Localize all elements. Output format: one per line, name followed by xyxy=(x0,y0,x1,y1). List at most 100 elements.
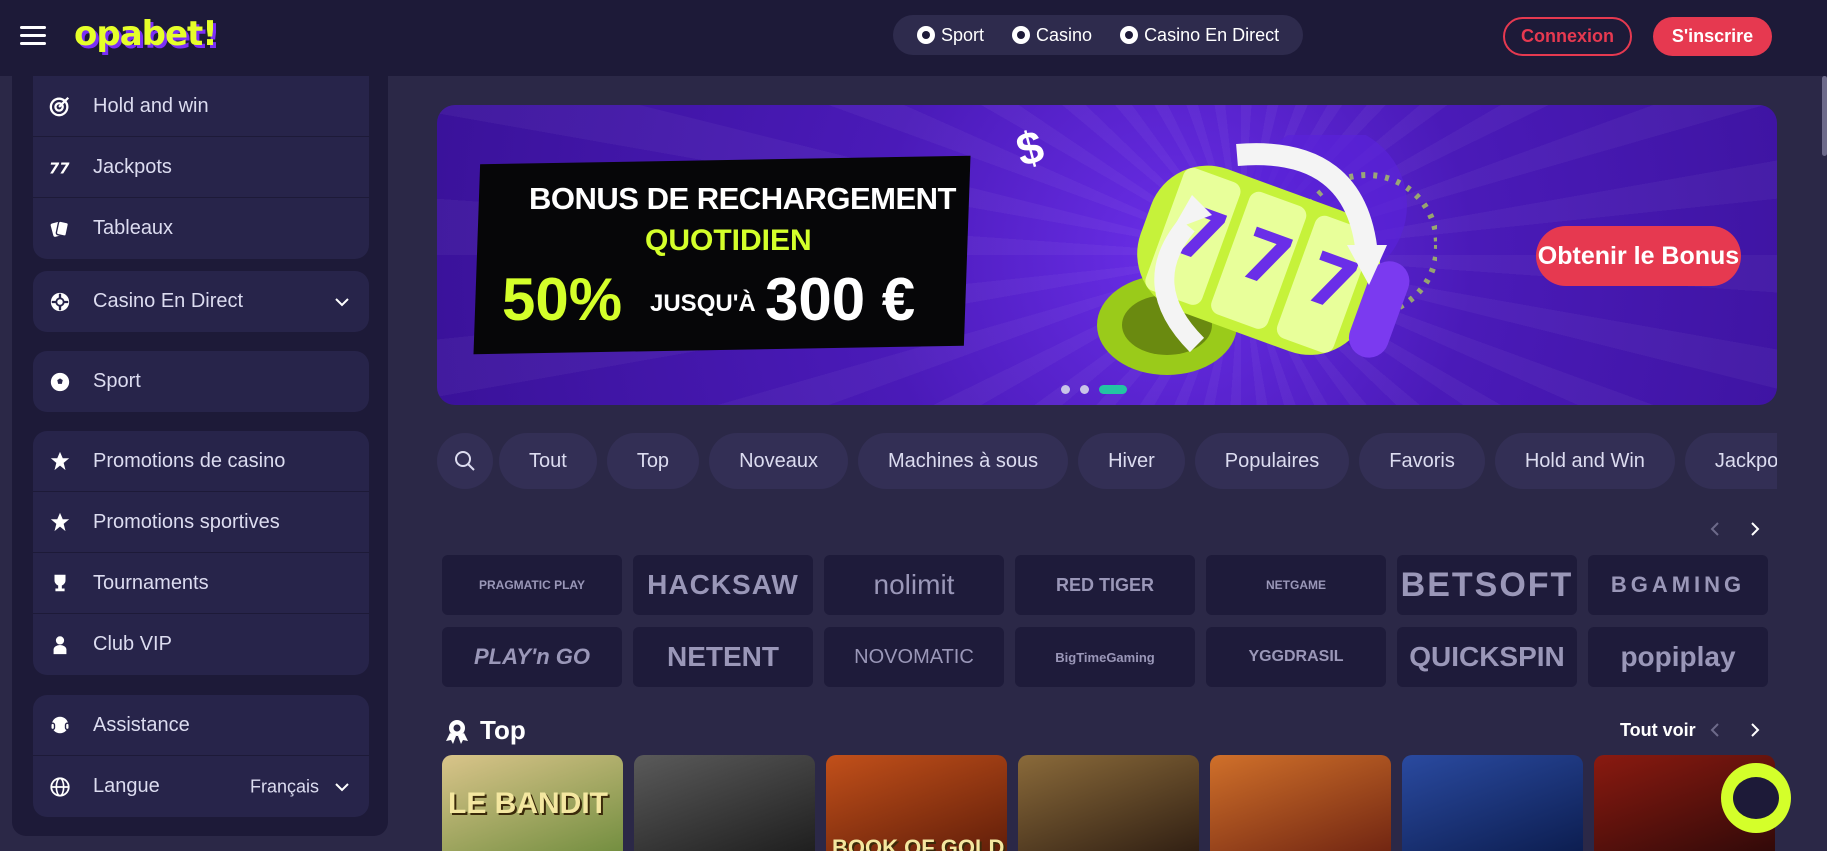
top-section-title: Top xyxy=(480,715,526,745)
jackpot-sevens-icon: 77 xyxy=(48,155,72,179)
signup-button[interactable]: S'inscrire xyxy=(1653,17,1772,56)
banner-line2: QUOTIDIEN xyxy=(645,224,812,257)
carousel-dot-1[interactable] xyxy=(1061,385,1070,394)
filter-top[interactable]: Top xyxy=(606,433,700,489)
provider-tile[interactable]: BETSOFT xyxy=(1397,555,1577,615)
globe-icon xyxy=(48,775,72,799)
filter-favoris[interactable]: Favoris xyxy=(1359,433,1485,489)
sidebar-item-label: Jackpots xyxy=(93,155,172,178)
nav-casino[interactable]: Casino xyxy=(998,25,1106,46)
carousel-dot-2[interactable] xyxy=(1080,385,1089,394)
filter-jackpots[interactable]: Jackpots xyxy=(1684,433,1777,489)
logo[interactable]: opabet! xyxy=(74,14,218,54)
sidebar-group-live: Casino En Direct xyxy=(33,271,369,332)
sidebar-item-language[interactable]: Langue Français xyxy=(33,756,369,817)
sidebar-group-promos: Promotions de casino Promotions sportive… xyxy=(33,431,369,675)
filter-slots[interactable]: Machines à sous xyxy=(858,433,1069,489)
provider-tile[interactable]: NETGAME xyxy=(1206,555,1386,615)
search-button[interactable] xyxy=(437,433,493,489)
provider-tile[interactable]: BGAMING xyxy=(1588,555,1768,615)
top-header: opabet! Sport Casino Casino En Direct Co… xyxy=(0,0,1827,76)
chevron-right-icon[interactable] xyxy=(1746,721,1764,739)
category-filter-bar: Tout Top Noveaux Machines à sous Hiver P… xyxy=(437,433,1777,489)
target-icon xyxy=(48,94,72,118)
chevron-down-icon[interactable] xyxy=(333,778,351,796)
filter-populaires[interactable]: Populaires xyxy=(1194,433,1350,489)
live-casino-icon xyxy=(1120,26,1139,44)
promo-star-icon xyxy=(48,449,72,473)
nav-casino-label: Casino xyxy=(1036,24,1093,45)
top-carousel-arrows xyxy=(1706,721,1764,739)
sidebar-item-tournaments[interactable]: Tournaments xyxy=(33,553,369,614)
filter-noveaux[interactable]: Noveaux xyxy=(709,433,848,489)
carousel-dot-3[interactable] xyxy=(1099,385,1127,394)
sidebar-item-live-casino[interactable]: Casino En Direct xyxy=(33,271,369,332)
sidebar-item-label: Promotions sportives xyxy=(93,510,280,533)
provider-tile[interactable]: RED TIGER xyxy=(1015,555,1195,615)
game-tile[interactable] xyxy=(1210,755,1391,851)
page-scrollbar[interactable] xyxy=(1822,76,1827,156)
filter-hold-and-win[interactable]: Hold and Win xyxy=(1494,433,1675,489)
provider-tile[interactable]: popiplay xyxy=(1588,627,1768,687)
game-tile[interactable]: LE BANDIT xyxy=(442,755,623,851)
provider-tile[interactable]: HACKSAW xyxy=(633,555,813,615)
see-all-link[interactable]: Tout voir xyxy=(1620,720,1696,741)
carousel-dots xyxy=(1061,385,1127,394)
provider-tile[interactable]: YGGDRASIL xyxy=(1206,627,1386,687)
chevron-left-icon[interactable] xyxy=(1706,520,1724,538)
sidebar-item-sports-promotions[interactable]: Promotions sportives xyxy=(33,492,369,553)
chat-button[interactable] xyxy=(1721,763,1791,833)
menu-icon[interactable] xyxy=(20,26,46,46)
provider-tile[interactable]: BigTimeGaming xyxy=(1015,627,1195,687)
provider-carousel-arrows xyxy=(1706,520,1764,538)
provider-tile[interactable]: PLAY'n GO xyxy=(442,627,622,687)
sidebar-item-club-vip[interactable]: Club VIP xyxy=(33,614,369,675)
sidebar-item-label: Hold and win xyxy=(93,94,209,117)
sidebar-item-casino-promotions[interactable]: Promotions de casino xyxy=(33,431,369,492)
nav-live-casino[interactable]: Casino En Direct xyxy=(1106,25,1293,46)
nav-sport-label: Sport xyxy=(941,24,985,45)
login-button[interactable]: Connexion xyxy=(1503,17,1632,56)
get-bonus-button[interactable]: Obtenir le Bonus xyxy=(1536,226,1741,286)
promo-banner[interactable]: $ BONUS DE RECHARGEMENT QUOTIDIEN 50% JU… xyxy=(437,105,1777,405)
provider-tile[interactable]: PRAGMATIC PLAY xyxy=(442,555,622,615)
sidebar-item-hold-and-win[interactable]: Hold and win xyxy=(33,76,369,137)
filter-hiver[interactable]: Hiver xyxy=(1078,433,1185,489)
game-title: LE BANDIT xyxy=(448,787,608,820)
slot-machine-illustration: 7 7 7 xyxy=(1097,135,1437,375)
sidebar-group-games: Hold and win 77 Jackpots Tableaux xyxy=(33,76,369,259)
top-nav: Sport Casino Casino En Direct xyxy=(893,15,1304,55)
chevron-left-icon[interactable] xyxy=(1706,721,1724,739)
soccer-ball-icon xyxy=(48,370,72,394)
banner-upto: JUSQU'À xyxy=(650,290,756,317)
provider-tile[interactable]: QUICKSPIN xyxy=(1397,627,1577,687)
game-title: BOOK OF GOLD xyxy=(832,835,1005,851)
chat-bubble-icon xyxy=(1733,777,1779,819)
sidebar-group-settings: Assistance Langue Français xyxy=(33,695,369,817)
game-tile[interactable] xyxy=(1018,755,1199,851)
game-tile[interactable]: BOOK OF GOLD xyxy=(826,755,1007,851)
game-tile[interactable] xyxy=(1402,755,1583,851)
sidebar-item-label: Club VIP xyxy=(93,633,172,655)
filter-tout[interactable]: Tout xyxy=(499,433,597,489)
sidebar-item-label: Casino En Direct xyxy=(93,290,244,312)
chevron-down-icon[interactable] xyxy=(333,293,351,311)
banner-percent: 50% xyxy=(502,266,623,333)
nav-sport[interactable]: Sport xyxy=(903,25,998,46)
sidebar-item-jackpots[interactable]: 77 Jackpots xyxy=(33,137,369,198)
game-tile[interactable] xyxy=(634,755,815,851)
casino-chip-icon xyxy=(1012,26,1031,44)
provider-tile[interactable]: nolimit xyxy=(824,555,1004,615)
sidebar-item-support[interactable]: Assistance xyxy=(33,695,369,756)
provider-tile[interactable]: NETENT xyxy=(633,627,813,687)
sidebar-item-label: Tournaments xyxy=(93,571,209,594)
banner-line1: BONUS DE RECHARGEMENT xyxy=(529,181,956,216)
chevron-right-icon[interactable] xyxy=(1746,520,1764,538)
sidebar-item-sport[interactable]: Sport xyxy=(33,351,369,412)
sidebar-item-tableaux[interactable]: Tableaux xyxy=(33,198,369,259)
soccer-ball-icon xyxy=(917,26,935,44)
live-casino-icon xyxy=(48,290,72,314)
provider-tile[interactable]: NOVOMATIC xyxy=(824,627,1004,687)
sidebar-item-label: Promotions de casino xyxy=(93,449,286,472)
sidebar-item-label: Tableaux xyxy=(93,217,174,239)
